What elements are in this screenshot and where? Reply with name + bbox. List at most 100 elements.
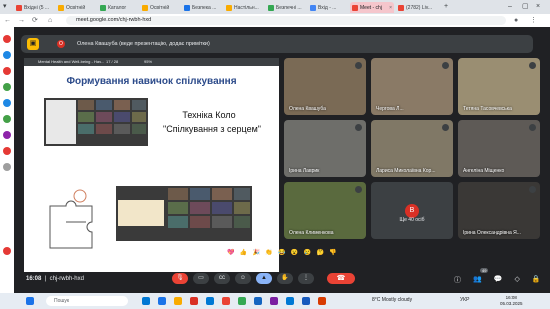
forward-icon[interactable]: → [18, 15, 25, 26]
sidebar-app-icon[interactable] [3, 35, 11, 43]
tab-osvitnii-2[interactable]: Освітній [140, 2, 180, 13]
minimize-button[interactable]: – [508, 2, 512, 12]
mic-toggle-button[interactable]: 🎙 [172, 273, 188, 284]
tab-osvitnii-1[interactable]: Освітній [56, 2, 96, 13]
call-controls: 🎙 ▭ cc ☺ ▲ ✋ ⋮ ☎ [172, 273, 355, 284]
more-participants-label: Ще 40 осіб [399, 217, 425, 224]
windows-start-icon[interactable] [26, 297, 34, 305]
edge-icon[interactable] [158, 297, 166, 305]
tab-meet[interactable]: Meet - chj × [350, 2, 394, 13]
participant-tile[interactable]: Олена Квашуба [284, 58, 366, 115]
taskbar-clock[interactable]: 16:08 05.03.2025 [500, 295, 523, 307]
tab-search-icon[interactable]: ▾ [3, 2, 7, 12]
store-icon[interactable] [206, 297, 214, 305]
file-explorer-icon[interactable] [174, 297, 182, 305]
participant-tile[interactable]: Лариса Миколаївна Кор... [371, 120, 453, 177]
more-participants-tile[interactable]: B Ще 40 осіб [371, 182, 453, 239]
sidebar-app-icon[interactable] [3, 147, 11, 155]
close-tab-icon[interactable]: × [389, 5, 392, 11]
whatsapp-icon[interactable] [3, 83, 11, 91]
office-icon[interactable] [190, 297, 198, 305]
tab-inbox[interactable]: Вхідні (5 ... [14, 2, 54, 13]
people-icon[interactable]: 👥 [473, 275, 482, 285]
camera-toggle-button[interactable]: ▭ [193, 273, 209, 284]
back-icon[interactable]: ← [4, 15, 11, 26]
app-icon[interactable] [318, 297, 326, 305]
shared-slide[interactable]: Mental Health and Well-being - Нач... 17… [24, 58, 279, 272]
tab-live[interactable]: (2782) Liv... [396, 2, 440, 13]
maximize-button[interactable]: ▢ [522, 2, 529, 12]
system-tray-language[interactable]: УКР [460, 297, 469, 303]
messenger-icon[interactable] [3, 99, 11, 107]
app-icon[interactable] [238, 297, 246, 305]
reload-icon[interactable]: ⟳ [32, 15, 38, 26]
more-options-button[interactable]: ⋮ [298, 273, 314, 284]
participant-tile[interactable]: Ангеліна Міщенко [458, 120, 540, 177]
reactions-button[interactable]: ☺ [235, 273, 251, 284]
weather-widget[interactable]: 8°C Mostly cloudy [372, 297, 412, 303]
mic-off-icon [442, 62, 449, 69]
app-icon[interactable] [270, 297, 278, 305]
tab-bezpeka[interactable]: Безпека ... [182, 2, 222, 13]
tab-nastilni[interactable]: Настільн... [224, 2, 264, 13]
sidebar-app-icon[interactable] [3, 115, 11, 123]
home-icon[interactable]: ⌂ [48, 15, 52, 26]
app-icon[interactable] [286, 297, 294, 305]
profile-icon[interactable]: ● [514, 15, 518, 26]
present-button[interactable]: ▲ [256, 273, 272, 284]
meet-window: ▣ О Олена Квашуба (веде презентацію, дод… [14, 27, 550, 293]
presentation-banner: ▣ О Олена Квашуба (веде презентацію, дод… [21, 35, 533, 53]
tab-favicon [268, 4, 274, 11]
taskbar-search-input[interactable]: Пошук [46, 296, 128, 306]
activities-icon[interactable]: ◇ [514, 275, 519, 285]
leave-call-button[interactable]: ☎ [327, 273, 355, 284]
reaction-thinking[interactable]: 🤔 [316, 249, 324, 257]
sidebar-app-icon[interactable] [3, 247, 11, 255]
task-view-icon[interactable] [142, 297, 150, 305]
word-icon[interactable] [302, 297, 310, 305]
participant-tile[interactable]: Олена Клименкова [284, 182, 366, 239]
app-icon[interactable] [254, 297, 262, 305]
slide-title: Формування навичок спілкування [66, 76, 237, 87]
reaction-surprised[interactable]: 😮 [291, 249, 299, 257]
reaction-heart[interactable]: 💖 [227, 249, 235, 257]
slide-photo-bottom [116, 186, 252, 241]
reaction-sad[interactable]: 😢 [304, 249, 312, 257]
tab-favicon [184, 4, 190, 11]
reaction-thumbs-up[interactable]: 👍 [240, 249, 248, 257]
url-input[interactable]: meet.google.com/chj-rwbh-hxd [66, 16, 506, 25]
participant-tile[interactable]: Ірина Лаврик [284, 120, 366, 177]
reaction-laugh[interactable]: 😂 [278, 249, 286, 257]
chat-icon[interactable]: 💬 [494, 275, 503, 285]
participant-name: Чергова Л... [376, 106, 404, 112]
sidebar-app-icon[interactable] [3, 51, 11, 59]
menu-icon[interactable]: ⋮ [530, 15, 537, 26]
sidebar-app-icon[interactable] [3, 67, 11, 75]
tab-bezpechni[interactable]: Безпечні ... [266, 2, 306, 13]
participant-tile[interactable]: Чергова Л... [371, 58, 453, 115]
sidebar-app-icon[interactable] [3, 163, 11, 171]
sidebar-app-icon[interactable] [3, 131, 11, 139]
host-controls-icon[interactable]: 🔒 [532, 275, 541, 285]
chrome-icon[interactable] [222, 297, 230, 305]
mic-off-icon [442, 124, 449, 131]
address-bar-row: ← → ⟳ ⌂ meet.google.com/chj-rwbh-hxd ● ⋮ [0, 14, 550, 28]
tab-catalog[interactable]: Каталог [98, 2, 138, 13]
mic-off-icon [355, 124, 362, 131]
gmail-icon [16, 4, 22, 11]
new-tab-button[interactable]: + [444, 2, 448, 12]
info-icon[interactable]: ⓘ [454, 275, 461, 285]
close-window-button[interactable]: × [536, 2, 540, 12]
tab-vkhid[interactable]: Вхід - ... [308, 2, 348, 13]
participant-tile[interactable]: Ірина Олександрівна Я... [458, 182, 540, 239]
captions-button[interactable]: cc [214, 273, 230, 284]
participant-name: Олена Клименкова [289, 230, 334, 236]
participant-tile[interactable]: Тетяна Тасовчевська [458, 58, 540, 115]
reaction-party[interactable]: 🎉 [253, 249, 261, 257]
video-grid-illustration [46, 100, 146, 144]
reaction-clap[interactable]: 👏 [265, 249, 273, 257]
slide-doc-title: Mental Health and Well-being - Нач... [38, 59, 105, 64]
reaction-thumbs-down[interactable]: 👎 [329, 249, 337, 257]
raise-hand-button[interactable]: ✋ [277, 273, 293, 284]
side-panel-controls: ⓘ 👥 💬 ◇ 🔒 [454, 275, 541, 285]
